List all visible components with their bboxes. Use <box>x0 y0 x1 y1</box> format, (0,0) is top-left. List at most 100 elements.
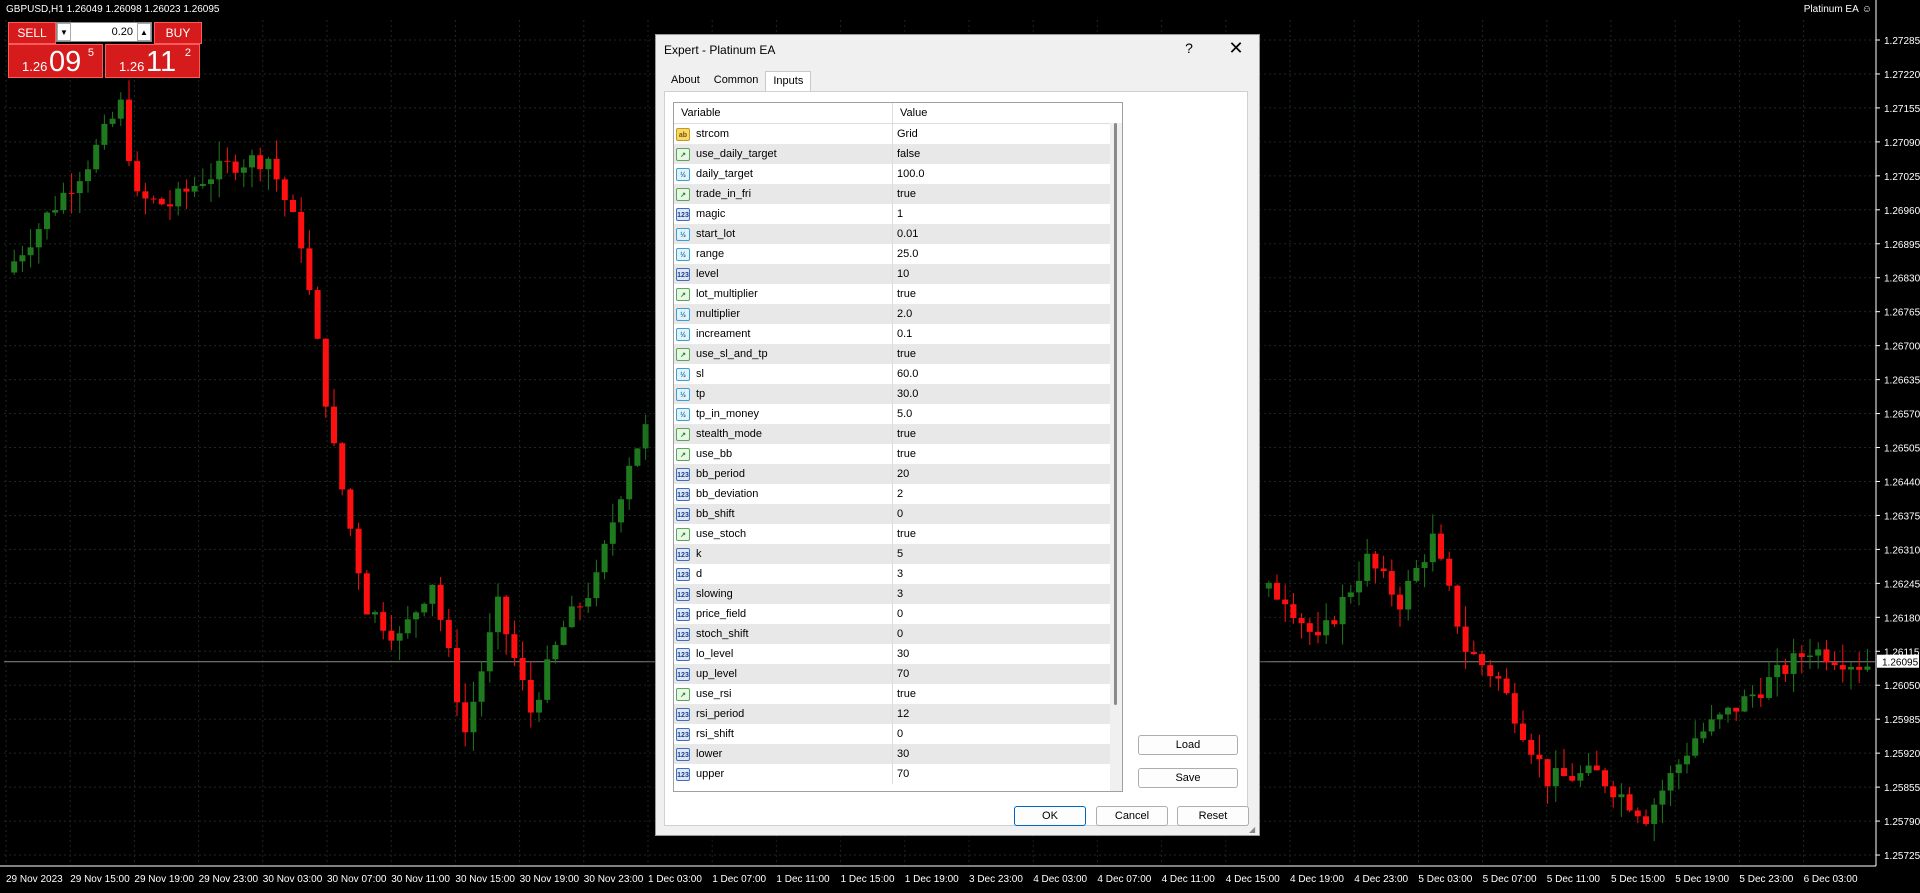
param-variable-cell[interactable]: ½ daily_target <box>674 164 893 184</box>
resize-grip-icon[interactable]: ◢ <box>1249 825 1257 834</box>
param-value[interactable]: 25.0 <box>897 248 918 260</box>
sell-price[interactable]: 1.26 09 5 <box>8 44 103 78</box>
param-row[interactable]: ↗ use_daily_target false <box>674 144 1122 164</box>
param-value-cell[interactable]: true <box>893 184 1111 204</box>
param-value[interactable]: false <box>897 148 920 160</box>
param-value[interactable]: 100.0 <box>897 168 925 180</box>
param-value[interactable]: 5.0 <box>897 408 912 420</box>
param-variable-cell[interactable]: ↗ trade_in_fri <box>674 184 893 204</box>
param-row[interactable]: ½ range 25.0 <box>674 244 1122 264</box>
param-variable-cell[interactable]: 123 lo_level <box>674 644 893 664</box>
param-row[interactable]: ↗ stealth_mode true <box>674 424 1122 444</box>
param-row[interactable]: 123 level 10 <box>674 264 1122 284</box>
column-header-value[interactable]: Value <box>893 103 1111 123</box>
param-variable-cell[interactable]: ↗ use_daily_target <box>674 144 893 164</box>
param-value-cell[interactable]: true <box>893 524 1111 544</box>
lot-size-input[interactable]: 0.20 <box>71 26 137 38</box>
ok-button[interactable]: OK <box>1014 806 1086 826</box>
param-variable-cell[interactable]: 123 slowing <box>674 584 893 604</box>
param-row[interactable]: 123 rsi_period 12 <box>674 704 1122 724</box>
param-row[interactable]: 123 bb_shift 0 <box>674 504 1122 524</box>
param-variable-cell[interactable]: 123 d <box>674 564 893 584</box>
param-variable-cell[interactable]: ↗ use_stoch <box>674 524 893 544</box>
param-row[interactable]: ab strcom Grid <box>674 124 1122 144</box>
param-value-cell[interactable]: true <box>893 424 1111 444</box>
param-variable-cell[interactable]: ½ multiplier <box>674 304 893 324</box>
param-variable-cell[interactable]: 123 level <box>674 264 893 284</box>
param-value[interactable]: 60.0 <box>897 368 918 380</box>
param-value[interactable]: 0.01 <box>897 228 918 240</box>
param-value-cell[interactable]: 5 <box>893 544 1111 564</box>
param-value[interactable]: 2 <box>897 488 903 500</box>
param-row[interactable]: 123 price_field 0 <box>674 604 1122 624</box>
param-value-cell[interactable]: 0 <box>893 724 1111 744</box>
param-row[interactable]: 123 d 3 <box>674 564 1122 584</box>
param-row[interactable]: ↗ trade_in_fri true <box>674 184 1122 204</box>
param-variable-cell[interactable]: ab strcom <box>674 124 893 144</box>
param-variable-cell[interactable]: ½ tp_in_money <box>674 404 893 424</box>
param-value-cell[interactable]: true <box>893 284 1111 304</box>
param-value-cell[interactable]: 5.0 <box>893 404 1111 424</box>
scrollbar-thumb[interactable] <box>1114 123 1117 705</box>
param-value-cell[interactable]: Grid <box>893 124 1111 144</box>
lot-size-stepper[interactable]: ▼ 0.20 ▲ <box>56 22 152 42</box>
param-variable-cell[interactable]: 123 stoch_shift <box>674 624 893 644</box>
param-value-cell[interactable]: 30.0 <box>893 384 1111 404</box>
tab-about[interactable]: About <box>664 71 707 92</box>
param-value-cell[interactable]: 0.01 <box>893 224 1111 244</box>
param-variable-cell[interactable]: 123 k <box>674 544 893 564</box>
buy-price[interactable]: 1.26 11 2 <box>105 44 200 78</box>
param-value[interactable]: true <box>897 288 916 300</box>
param-value[interactable]: 5 <box>897 548 903 560</box>
param-value-cell[interactable]: 20 <box>893 464 1111 484</box>
param-value-cell[interactable]: 10 <box>893 264 1111 284</box>
save-button[interactable]: Save <box>1138 768 1238 788</box>
close-icon[interactable]: ✕ <box>1225 38 1247 59</box>
param-variable-cell[interactable]: 123 upper <box>674 764 893 784</box>
reset-button[interactable]: Reset <box>1177 806 1249 826</box>
param-variable-cell[interactable]: 123 magic <box>674 204 893 224</box>
param-value[interactable]: 12 <box>897 708 909 720</box>
param-variable-cell[interactable]: 123 bb_deviation <box>674 484 893 504</box>
param-value-cell[interactable]: 2.0 <box>893 304 1111 324</box>
param-row[interactable]: 123 bb_deviation 2 <box>674 484 1122 504</box>
param-row[interactable]: ½ tp_in_money 5.0 <box>674 404 1122 424</box>
param-value[interactable]: true <box>897 428 916 440</box>
param-value[interactable]: true <box>897 528 916 540</box>
param-variable-cell[interactable]: 123 rsi_shift <box>674 724 893 744</box>
tab-common[interactable]: Common <box>707 71 766 92</box>
param-variable-cell[interactable]: 123 rsi_period <box>674 704 893 724</box>
param-row[interactable]: ↗ use_sl_and_tp true <box>674 344 1122 364</box>
param-value[interactable]: 3 <box>897 568 903 580</box>
param-variable-cell[interactable]: 123 up_level <box>674 664 893 684</box>
param-value[interactable]: 70 <box>897 768 909 780</box>
cancel-button[interactable]: Cancel <box>1096 806 1168 826</box>
param-variable-cell[interactable]: ½ start_lot <box>674 224 893 244</box>
param-value[interactable]: 0 <box>897 728 903 740</box>
param-value-cell[interactable]: 0 <box>893 604 1111 624</box>
param-row[interactable]: ½ start_lot 0.01 <box>674 224 1122 244</box>
param-value-cell[interactable]: 3 <box>893 564 1111 584</box>
param-value[interactable]: 30.0 <box>897 388 918 400</box>
param-value-cell[interactable]: 60.0 <box>893 364 1111 384</box>
param-row[interactable]: 123 upper 70 <box>674 764 1122 784</box>
chevron-up-icon[interactable]: ▲ <box>137 23 151 41</box>
param-value-cell[interactable]: 2 <box>893 484 1111 504</box>
param-row[interactable]: 123 magic 1 <box>674 204 1122 224</box>
param-value-cell[interactable]: 0 <box>893 624 1111 644</box>
param-value-cell[interactable]: true <box>893 444 1111 464</box>
param-variable-cell[interactable]: ½ sl <box>674 364 893 384</box>
load-button[interactable]: Load <box>1138 735 1238 755</box>
param-row[interactable]: 123 bb_period 20 <box>674 464 1122 484</box>
param-row[interactable]: 123 k 5 <box>674 544 1122 564</box>
param-row[interactable]: ½ tp 30.0 <box>674 384 1122 404</box>
param-variable-cell[interactable]: 123 bb_shift <box>674 504 893 524</box>
param-value[interactable]: 10 <box>897 268 909 280</box>
param-variable-cell[interactable]: ½ tp <box>674 384 893 404</box>
param-variable-cell[interactable]: ↗ use_rsi <box>674 684 893 704</box>
chevron-down-icon[interactable]: ▼ <box>57 23 71 41</box>
param-value-cell[interactable]: 0 <box>893 504 1111 524</box>
param-value[interactable]: 0 <box>897 628 903 640</box>
param-row[interactable]: ½ multiplier 2.0 <box>674 304 1122 324</box>
param-variable-cell[interactable]: 123 bb_period <box>674 464 893 484</box>
